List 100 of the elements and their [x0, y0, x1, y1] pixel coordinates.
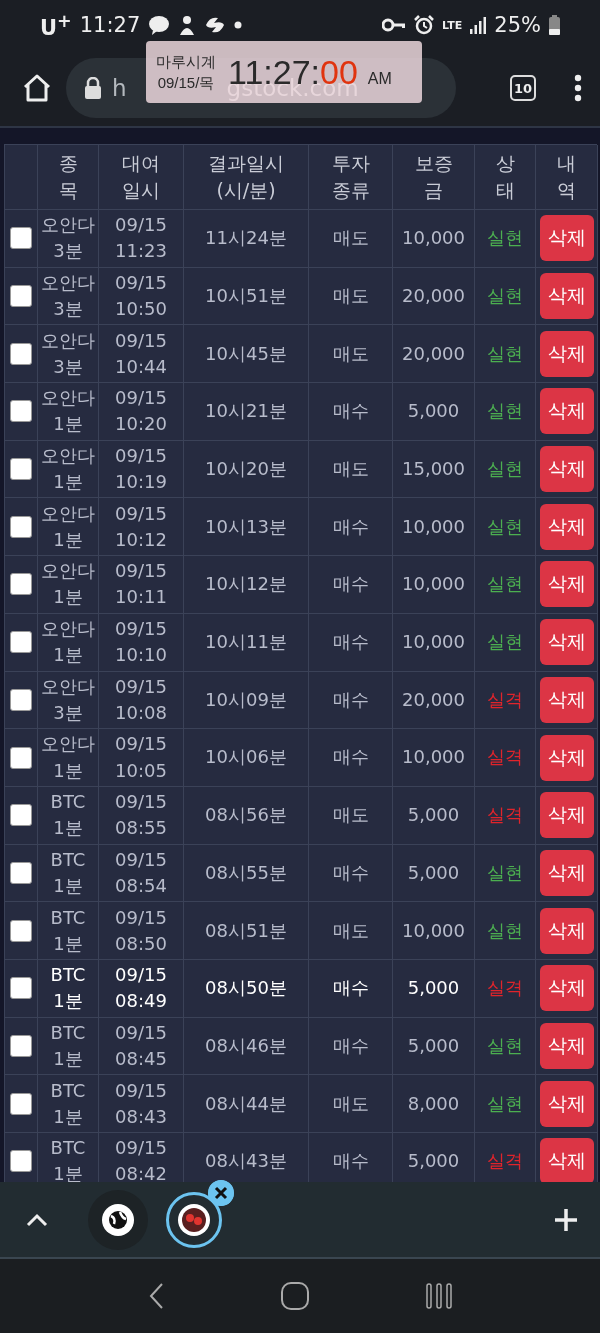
table-cell: 5,000 [393, 383, 475, 441]
signal-icon [470, 16, 487, 34]
delete-button[interactable]: 삭제 [539, 965, 594, 1012]
delete-button[interactable]: 삭제 [539, 503, 594, 550]
table-cell: 10,000 [393, 556, 475, 614]
home-button-icon[interactable] [281, 1282, 309, 1310]
dot-icon [234, 21, 243, 29]
delete-button[interactable]: 삭제 [539, 849, 594, 896]
checkbox[interactable] [10, 919, 32, 942]
delete-button[interactable]: 삭제 [539, 330, 594, 377]
recent-apps-icon[interactable] [425, 1283, 452, 1309]
table-cell: 10,000 [393, 210, 475, 268]
checkbox[interactable] [10, 1150, 32, 1173]
status-text: 실현 [475, 902, 536, 960]
table-cell: 09/15 10:20 [99, 383, 184, 441]
delete-button[interactable]: 삭제 [539, 273, 594, 320]
delete-button[interactable]: 삭제 [539, 792, 594, 839]
checkbox[interactable] [10, 1034, 32, 1057]
widget-title: 마루시계 [156, 52, 216, 72]
table-cell: 오안다 1분 [38, 613, 99, 672]
checkbox[interactable] [10, 746, 32, 769]
table-cell: 09/15 10:11 [99, 556, 184, 614]
delete-button[interactable]: 삭제 [539, 734, 594, 781]
chevron-up-icon[interactable] [26, 1212, 48, 1227]
status-text: 실현 [475, 210, 536, 268]
url-text: h [112, 75, 127, 101]
delete-button[interactable]: 삭제 [539, 446, 594, 493]
checkbox[interactable] [10, 573, 32, 596]
table-cell: 10시12분 [184, 556, 309, 614]
table-cell: BTC 1분 [38, 902, 99, 960]
table-cell: 매수 [309, 613, 393, 672]
delete-button[interactable]: 삭제 [539, 676, 594, 723]
table-cell: 오안다 3분 [38, 210, 99, 268]
person-icon [178, 15, 197, 35]
back-icon[interactable] [148, 1282, 165, 1310]
checkbox[interactable] [10, 342, 32, 365]
table-cell: 10시06분 [184, 729, 309, 787]
network-type: LTE [442, 19, 463, 31]
plus-icon[interactable] [554, 1207, 578, 1232]
checkbox[interactable] [10, 977, 32, 1000]
status-text: 실현 [475, 556, 536, 614]
table-cell: 5,000 [393, 786, 475, 845]
table-cell: 오안다 1분 [38, 729, 99, 787]
table-cell: 08시56분 [184, 786, 309, 845]
lock-icon [84, 77, 102, 99]
table-cell: 10시11분 [184, 613, 309, 672]
table-cell: 09/15 08:55 [99, 786, 184, 845]
table-cell: 5,000 [393, 959, 475, 1018]
delete-button[interactable]: 삭제 [539, 1138, 594, 1182]
table-cell: 09/15 08:49 [99, 959, 184, 1018]
table-cell: 오안다 1분 [38, 383, 99, 441]
table-cell: 매도 [309, 902, 393, 960]
checkbox[interactable] [10, 804, 32, 827]
widget-date: 09/15/목 [157, 73, 215, 93]
table-cell: BTC 1분 [38, 786, 99, 845]
delete-button[interactable]: 삭제 [539, 215, 594, 262]
table-cell: 10시21분 [184, 383, 309, 441]
table-cell: 10,000 [393, 902, 475, 960]
table-cell: 11시24분 [184, 210, 309, 268]
checkbox[interactable] [10, 515, 32, 538]
checkbox[interactable] [10, 1092, 32, 1115]
swirl-icon [204, 15, 227, 35]
status-text: 실현 [475, 383, 536, 441]
table-cell: 09/15 10:05 [99, 729, 184, 787]
key-icon [382, 18, 407, 32]
carrier-name: U$^{+}$ [40, 10, 72, 40]
delete-button[interactable]: 삭제 [539, 1080, 594, 1127]
clock-time: 11:27 [79, 13, 141, 37]
delete-button[interactable]: 삭제 [539, 1022, 594, 1069]
alarm-icon [414, 15, 435, 35]
table-cell: BTC 1분 [38, 959, 99, 1018]
table-cell: 매도 [309, 786, 393, 845]
delete-button[interactable]: 삭제 [539, 907, 594, 954]
delete-button[interactable]: 삭제 [539, 619, 594, 666]
battery-level: 25% [494, 13, 541, 37]
checkbox[interactable] [10, 227, 32, 250]
table-cell: 08시51분 [184, 902, 309, 960]
more-menu-icon[interactable] [574, 74, 582, 102]
checkbox[interactable] [10, 631, 32, 654]
checkbox[interactable] [10, 861, 32, 884]
table-cell: 오안다 1분 [38, 556, 99, 614]
table-cell: 매수 [309, 556, 393, 614]
table-cell: 09/15 08:50 [99, 902, 184, 960]
table-cell: 09/15 11:23 [99, 210, 184, 268]
tab-count-button[interactable]: 10 [510, 75, 536, 101]
checkbox[interactable] [10, 285, 32, 308]
delete-button[interactable]: 삭제 [539, 388, 594, 435]
table-cell: 매수 [309, 729, 393, 787]
table-cell: 10,000 [393, 613, 475, 672]
status-text: 실현 [475, 613, 536, 672]
home-icon[interactable] [22, 74, 52, 102]
delete-button[interactable]: 삭제 [539, 561, 594, 608]
status-text: 실격 [475, 729, 536, 787]
table-cell: 08시50분 [184, 959, 309, 1018]
checkbox[interactable] [10, 458, 32, 481]
checkbox[interactable] [10, 400, 32, 423]
checkbox[interactable] [10, 688, 32, 711]
table-cell: 10,000 [393, 729, 475, 787]
status-text: 실격 [475, 786, 536, 845]
widget-am-pm: AM [367, 69, 392, 88]
